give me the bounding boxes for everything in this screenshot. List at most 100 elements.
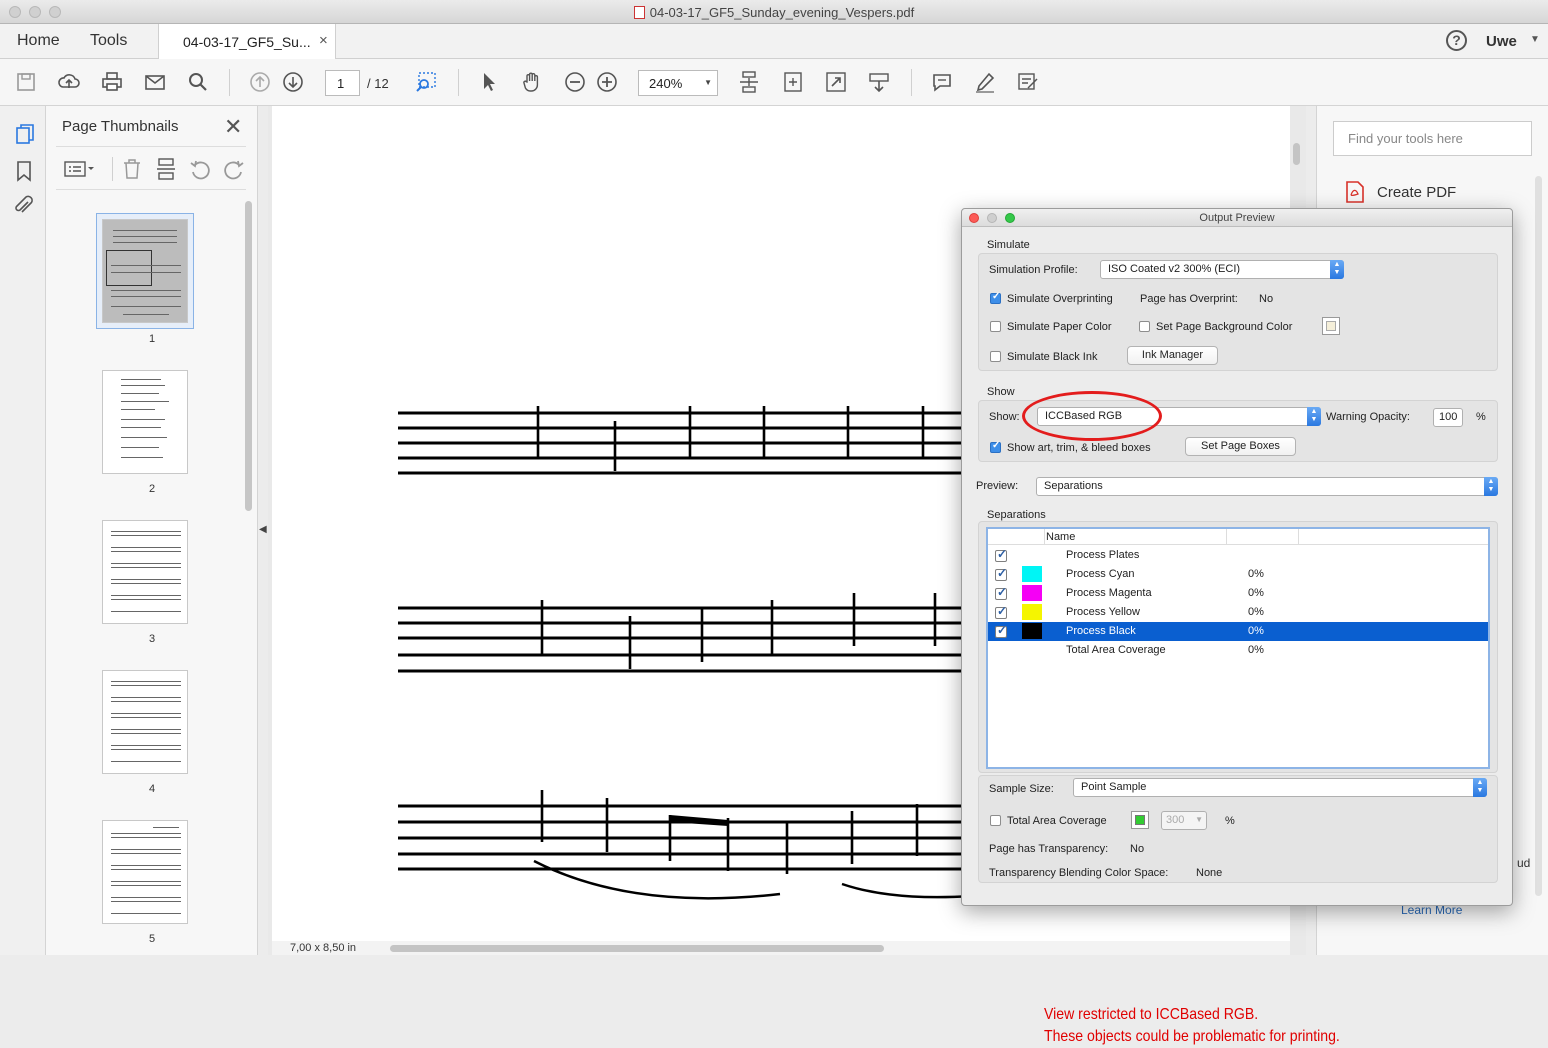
column-divider: [1044, 529, 1045, 545]
tab-close-icon[interactable]: ×: [319, 32, 328, 49]
hand-tool-icon[interactable]: [520, 70, 544, 94]
save-icon[interactable]: [14, 70, 38, 94]
zoom-level-select[interactable]: 240% ▼: [638, 70, 718, 96]
previous-page-icon[interactable]: [248, 70, 272, 94]
thumbnail-page-1[interactable]: [102, 219, 188, 323]
email-icon[interactable]: [143, 70, 167, 94]
page-overprint-label: Page has Overprint:: [1140, 293, 1238, 305]
chevron-down-icon: ▼: [1195, 815, 1203, 824]
separation-percent: 0%: [1248, 568, 1264, 580]
stepper-arrows-icon: ▲ ▼: [1484, 477, 1498, 496]
thumbnail-view-box[interactable]: [106, 250, 152, 286]
warning-opacity-input[interactable]: 100: [1433, 408, 1463, 427]
window-title: 04-03-17_GF5_Sunday_evening_Vespers.pdf: [0, 5, 1548, 20]
set-page-background-checkbox[interactable]: [1139, 321, 1150, 332]
full-screen-icon[interactable]: [824, 70, 848, 94]
thumbnail-page-2[interactable]: [102, 370, 188, 474]
read-mode-icon[interactable]: [867, 70, 891, 94]
create-pdf-icon[interactable]: [1345, 180, 1365, 204]
separation-checkbox[interactable]: [995, 566, 1007, 581]
toolbar-divider: [458, 69, 459, 96]
simulate-black-ink-checkbox[interactable]: [990, 351, 1001, 362]
separation-checkbox[interactable]: [995, 585, 1007, 600]
close-icon[interactable]: ✕: [224, 114, 242, 140]
options-menu-icon[interactable]: [64, 159, 96, 179]
horizontal-scrollbar[interactable]: [390, 945, 884, 952]
separation-checkbox[interactable]: [995, 547, 1007, 562]
coverage-color-swatch[interactable]: [1131, 811, 1149, 829]
delete-trash-icon[interactable]: [120, 157, 144, 181]
swatch-fill: [1326, 321, 1336, 331]
tab-tools[interactable]: Tools: [90, 32, 127, 50]
thumbnail-page-3[interactable]: [102, 520, 188, 624]
next-page-icon[interactable]: [281, 70, 305, 94]
coverage-value-combo[interactable]: 300 ▼: [1161, 811, 1207, 830]
user-name[interactable]: Uwe: [1486, 33, 1517, 50]
thumbnail-page-4[interactable]: [102, 670, 188, 774]
help-icon[interactable]: ?: [1446, 30, 1467, 51]
total-area-coverage-checkbox[interactable]: [990, 815, 1001, 826]
insert-page-icon[interactable]: [154, 157, 178, 181]
separation-checkbox[interactable]: [995, 604, 1007, 619]
table-row[interactable]: Process Cyan 0%: [988, 565, 1488, 584]
rotate-left-icon[interactable]: [188, 157, 212, 181]
thumbnail-page-5[interactable]: [102, 820, 188, 924]
highlight-pen-icon[interactable]: [973, 70, 997, 94]
search-icon[interactable]: [186, 70, 210, 94]
user-menu-chevron-icon[interactable]: ▼: [1530, 34, 1540, 45]
zoom-in-icon[interactable]: [595, 70, 619, 94]
ink-manager-button[interactable]: Ink Manager: [1127, 346, 1218, 365]
preview-select[interactable]: Separations ▲ ▼: [1036, 477, 1498, 496]
zoom-level-value: 240%: [649, 76, 683, 91]
table-header: Name: [988, 529, 1488, 545]
page-number-input[interactable]: 1: [325, 70, 360, 96]
document-status-bar: 7,00 x 8,50 in: [272, 941, 1290, 955]
page-background-color-swatch[interactable]: [1322, 317, 1340, 335]
separations-table[interactable]: Name Process PlatesProcess Cyan0%Process…: [986, 527, 1490, 1045]
fit-page-icon[interactable]: [781, 70, 805, 94]
separation-checkbox[interactable]: [995, 623, 1007, 638]
marquee-zoom-icon[interactable]: [414, 70, 438, 94]
upload-cloud-icon[interactable]: [57, 70, 81, 94]
comment-icon[interactable]: [930, 70, 954, 94]
blending-space-label: Transparency Blending Color Space:: [989, 867, 1169, 879]
separation-color-swatch: [1022, 604, 1042, 620]
scroll-mode-icon[interactable]: [737, 70, 761, 94]
collapse-panel-icon[interactable]: ◀: [259, 524, 267, 535]
bookmark-icon[interactable]: [13, 159, 35, 183]
set-page-boxes-button[interactable]: Set Page Boxes: [1185, 437, 1296, 456]
thumbnail-page-number: 3: [148, 633, 156, 645]
show-boxes-checkbox[interactable]: [990, 440, 1001, 453]
fill-sign-icon[interactable]: [1016, 70, 1040, 94]
print-icon[interactable]: [100, 70, 124, 94]
create-pdf-tool[interactable]: Create PDF: [1377, 184, 1456, 201]
tools-pane-scrollbar[interactable]: [1535, 176, 1542, 896]
table-row[interactable]: Process Magenta 0%: [988, 584, 1488, 603]
tab-document[interactable]: 04-03-17_GF5_Su... ×: [158, 24, 336, 59]
simulate-overprinting-label: Simulate Overprinting: [1007, 293, 1113, 305]
select-arrow-icon[interactable]: [477, 70, 501, 94]
attachment-paperclip-icon[interactable]: [12, 194, 36, 218]
coverage-percent: %: [1225, 815, 1235, 827]
table-row[interactable]: Process Black 0%: [988, 622, 1488, 641]
simulate-overprinting-checkbox[interactable]: [990, 291, 1001, 304]
tab-home[interactable]: Home: [17, 32, 60, 50]
table-row[interactable]: Process Yellow 0%: [988, 603, 1488, 622]
simulate-group: Simulation Profile: ISO Coated v2 300% (…: [978, 253, 1498, 371]
table-row[interactable]: Total Area Coverage 0%: [988, 641, 1488, 660]
separations-group-label: Separations: [987, 509, 1046, 521]
table-row[interactable]: Process Plates: [988, 546, 1488, 565]
vertical-scrollbar[interactable]: [1293, 143, 1300, 165]
thumbnail-scrollbar[interactable]: [245, 201, 252, 511]
simulate-paper-color-checkbox[interactable]: [990, 321, 1001, 332]
sample-size-select[interactable]: Point Sample ▲ ▼: [1073, 778, 1487, 797]
thumbnail-page-number: 1: [148, 333, 156, 345]
rotate-right-icon[interactable]: [222, 157, 246, 181]
simulation-profile-select[interactable]: ISO Coated v2 300% (ECI) ▲ ▼: [1100, 260, 1344, 279]
tab-bar: Home Tools 04-03-17_GF5_Su... × ? Uwe ▼: [0, 24, 1548, 59]
coverage-value: 300: [1166, 814, 1185, 826]
separation-color-swatch: [1022, 566, 1042, 582]
zoom-out-icon[interactable]: [563, 70, 587, 94]
tools-search-input[interactable]: Find your tools here: [1333, 121, 1532, 156]
page-thumbnails-icon[interactable]: [13, 122, 37, 146]
